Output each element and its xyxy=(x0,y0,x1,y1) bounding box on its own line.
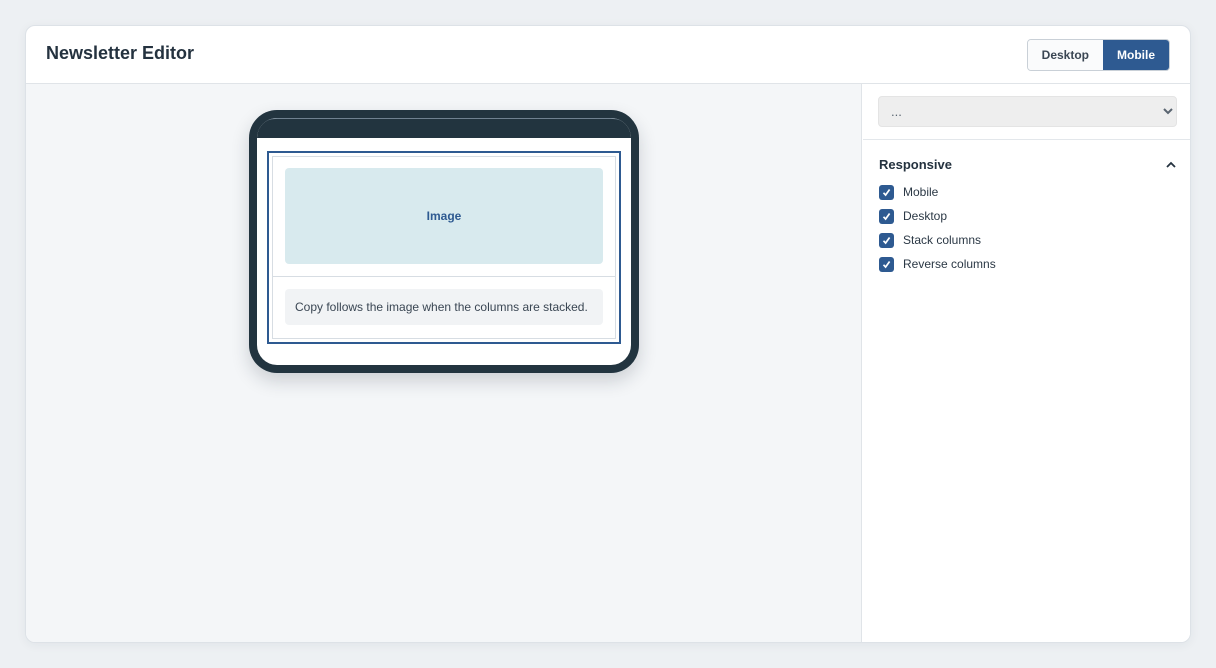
option-label: Stack columns xyxy=(903,233,982,247)
option-stack-columns[interactable]: Stack columns xyxy=(879,228,1176,252)
block-select-wrap: ... xyxy=(863,84,1190,140)
editor-canvas: Image Copy follows the image when the co… xyxy=(26,84,862,642)
option-mobile[interactable]: Mobile xyxy=(879,180,1176,204)
check-icon xyxy=(882,260,891,268)
image-column[interactable]: Image xyxy=(273,157,615,277)
selected-content-block[interactable]: Image Copy follows the image when the co… xyxy=(267,151,621,344)
mobile-preview-frame: Image Copy follows the image when the co… xyxy=(249,110,639,373)
mobile-preview-screen: Image Copy follows the image when the co… xyxy=(257,118,631,365)
option-label: Mobile xyxy=(903,185,939,199)
view-toggle: Desktop Mobile xyxy=(1026,39,1170,71)
phone-status-bar xyxy=(257,118,631,138)
reverse-columns-checkbox[interactable] xyxy=(879,256,894,272)
check-icon xyxy=(882,236,891,244)
text-column[interactable]: Copy follows the image when the columns … xyxy=(285,289,603,325)
stack-columns-checkbox[interactable] xyxy=(879,232,894,248)
app-header: Newsletter Editor Desktop Mobile xyxy=(26,26,1190,84)
option-reverse-columns[interactable]: Reverse columns xyxy=(879,252,1176,276)
block-columns: Image Copy follows the image when the co… xyxy=(272,156,616,339)
option-label: Desktop xyxy=(903,209,948,223)
mobile-view-button[interactable]: Mobile xyxy=(1103,40,1169,70)
section-title: Responsive xyxy=(879,156,952,172)
responsive-section-header[interactable]: Responsive xyxy=(879,153,1176,175)
image-placeholder[interactable]: Image xyxy=(285,168,603,264)
check-icon xyxy=(882,212,891,220)
block-select[interactable]: ... xyxy=(878,96,1177,127)
app-window: Newsletter Editor Desktop Mobile Image C… xyxy=(25,25,1191,643)
option-label: Reverse columns xyxy=(903,257,996,271)
option-desktop[interactable]: Desktop xyxy=(879,204,1176,228)
mobile-checkbox[interactable] xyxy=(879,184,894,200)
desktop-view-button[interactable]: Desktop xyxy=(1027,40,1103,70)
chevron-up-icon[interactable] xyxy=(1166,161,1176,168)
page-title: Newsletter Editor xyxy=(46,43,195,63)
check-icon xyxy=(882,188,891,196)
responsive-options: Mobile Desktop Stack columns Reverse col… xyxy=(879,180,1176,276)
desktop-checkbox[interactable] xyxy=(879,208,894,224)
properties-sidebar: ... Responsive Mobile Desktop Stack colu… xyxy=(863,84,1190,642)
